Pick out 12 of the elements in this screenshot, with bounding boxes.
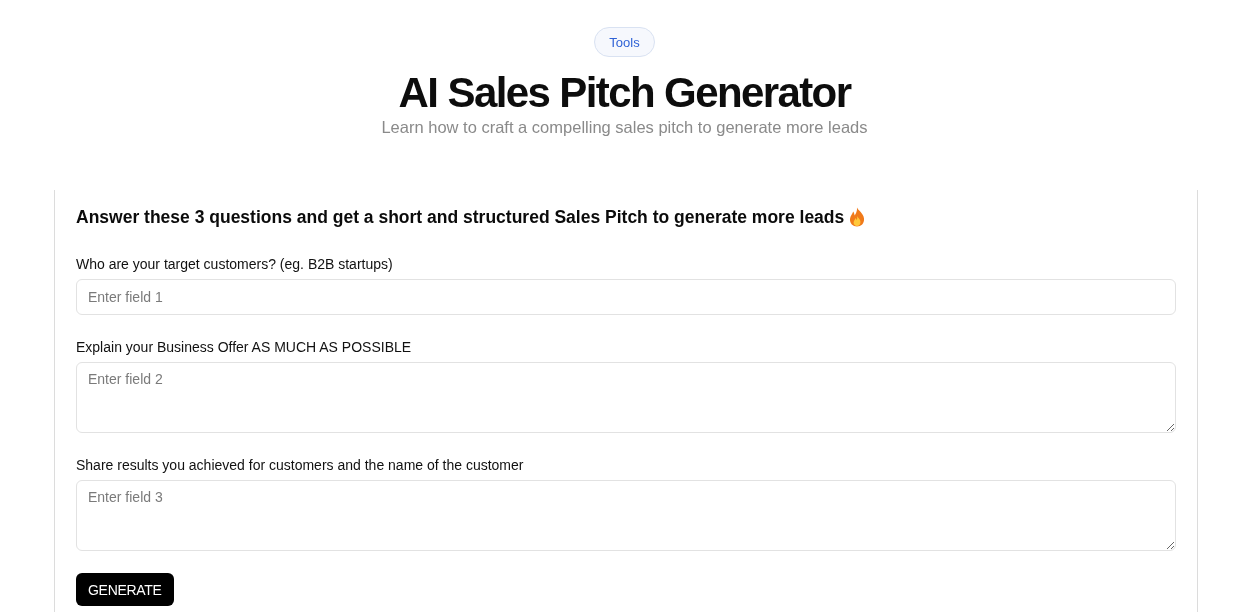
generate-button[interactable]: GENERATE [76,573,174,606]
flame-icon [849,207,866,227]
text-area-field[interactable]: Enter field 2 [76,362,1176,433]
field-label: Share results you achieved for customers and the name of the customer [76,456,525,474]
field-label: Explain your Business Offer AS MUCH AS POSSIBLE [76,338,413,356]
page-subtitle: Learn how to craft a compelling sales pitch to generate more leads [381,117,868,137]
category-tag[interactable]: Tools [594,27,655,57]
input-field[interactable]: Enter field 1 [76,279,1176,315]
form-heading: Answer these 3 questions and get a short and structured Sales Pitch to generate more leads [76,206,845,228]
page-title: AI Sales Pitch Generator [398,69,851,117]
text-area-field[interactable]: Enter field 3 [76,480,1176,551]
field-label: Who are your target customers? (eg. B2B startups) [76,255,394,273]
